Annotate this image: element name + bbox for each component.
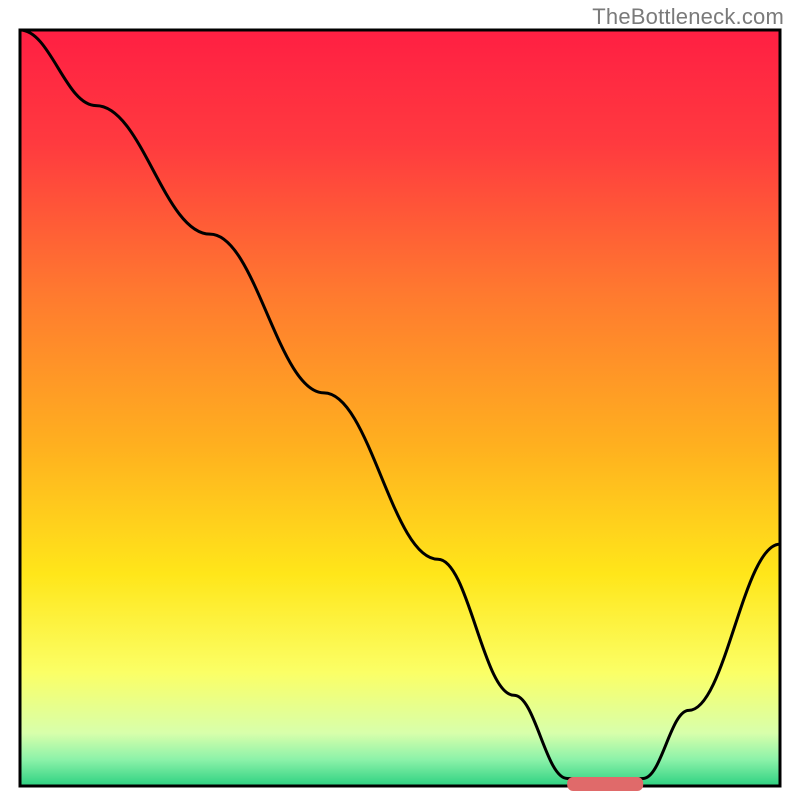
- optimal-marker: [567, 777, 643, 791]
- chart-svg: [0, 0, 800, 800]
- plot-background: [20, 30, 780, 786]
- watermark-text: TheBottleneck.com: [592, 4, 784, 30]
- chart-container: TheBottleneck.com: [0, 0, 800, 800]
